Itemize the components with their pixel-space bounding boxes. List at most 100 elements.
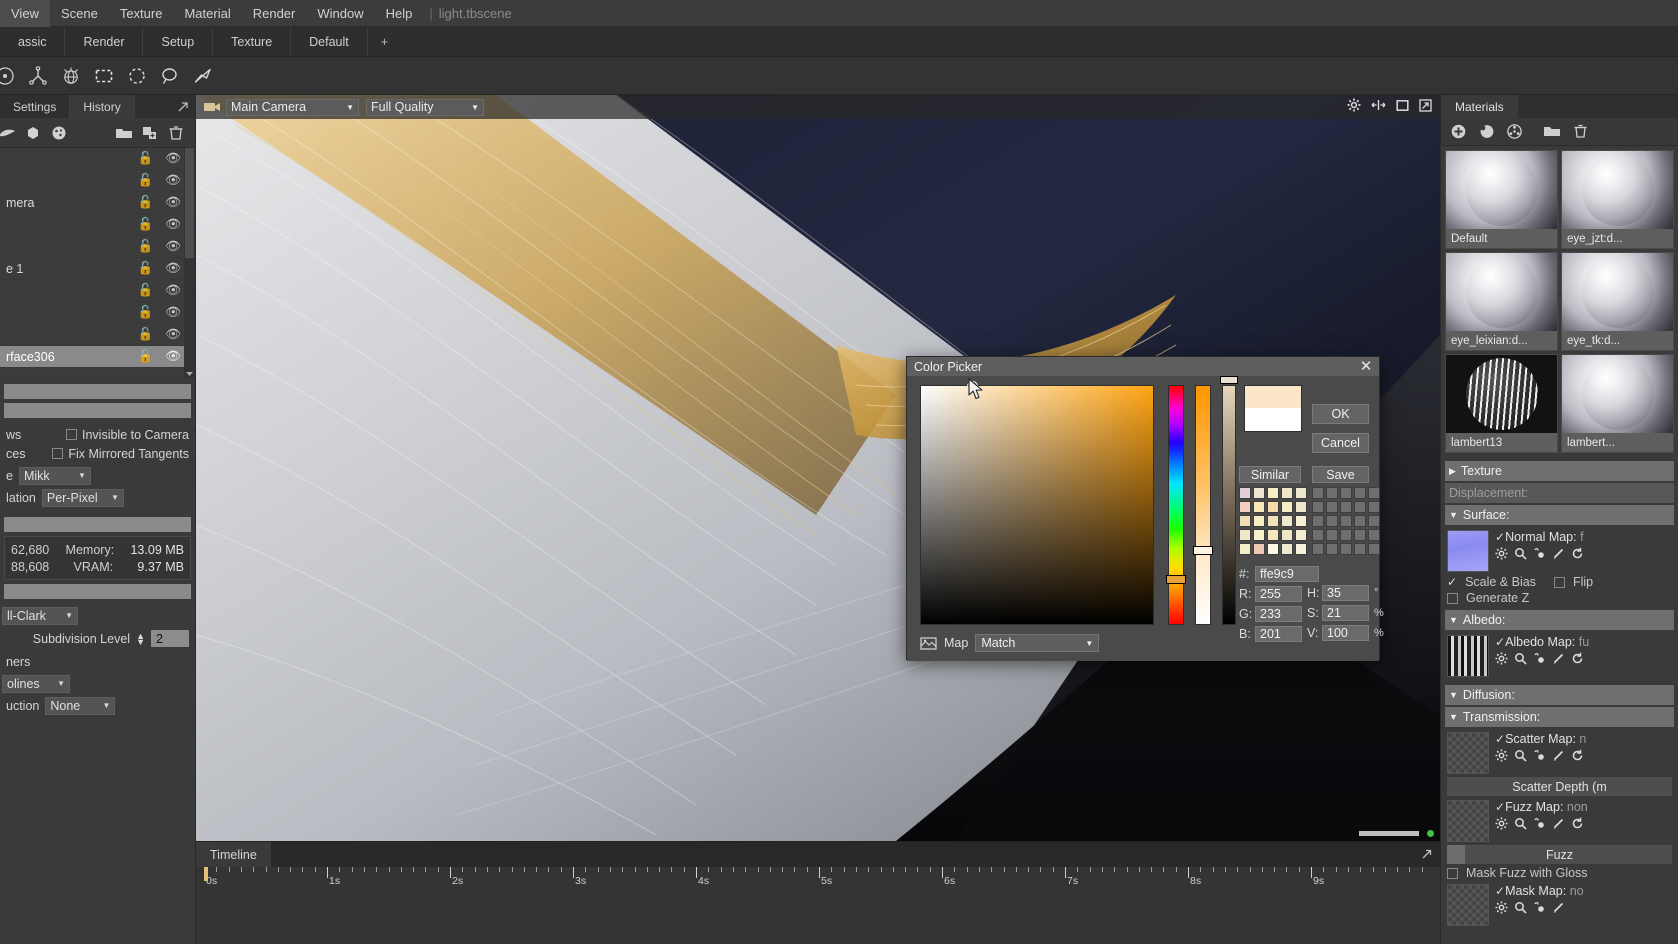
similar-swatch[interactable] (1253, 487, 1265, 499)
saved-swatch-empty[interactable] (1354, 529, 1366, 541)
subdiv-edges-row[interactable]: olines ▼ (2, 674, 189, 693)
value-slider[interactable] (1222, 385, 1236, 625)
object-icon[interactable] (20, 120, 46, 146)
similar-swatch[interactable] (1267, 515, 1279, 527)
saved-swatch-empty[interactable] (1340, 543, 1352, 555)
color-picker-titlebar[interactable]: Color Picker ✕ (907, 357, 1379, 376)
list-item[interactable]: 🔓 👁 (0, 324, 195, 346)
saved-swatch-empty[interactable] (1368, 515, 1380, 527)
tab-history[interactable]: History (70, 95, 135, 118)
subdivision-level-value[interactable]: 2 (151, 630, 189, 647)
flip-checkbox[interactable] (1553, 576, 1565, 588)
similar-swatch[interactable] (1253, 529, 1265, 541)
axis-tripod-icon[interactable] (23, 61, 53, 91)
menu-item-material[interactable]: Material (173, 0, 241, 27)
list-item[interactable]: 🔓 👁 (0, 148, 195, 170)
subdiv-reduction-row[interactable]: uction None ▼ (6, 696, 189, 715)
saved-swatch-empty[interactable] (1354, 501, 1366, 513)
generate-z-row[interactable]: Generate Z (1447, 591, 1672, 605)
row-toggles[interactable]: 🔓 👁 (138, 305, 181, 320)
similar-swatch[interactable] (1267, 487, 1279, 499)
menu-item-window[interactable]: Window (306, 0, 374, 27)
scale-bias-row[interactable]: ✓ Scale & Bias Flip (1447, 575, 1672, 589)
similar-swatch[interactable] (1295, 487, 1307, 499)
lock-icon[interactable]: 🔓 (138, 173, 154, 188)
trash-icon[interactable] (1567, 120, 1593, 144)
faces-option-row[interactable]: ces Fix Mirrored Tangents (6, 444, 189, 463)
row-toggles[interactable]: 🔓 👁 (138, 151, 181, 166)
prop-header-displacement[interactable]: Displacement: (1445, 483, 1674, 503)
albedo-map-row[interactable]: ✓Albedo Map: fu (1447, 635, 1672, 677)
scroll-down-arrow-icon[interactable] (185, 367, 194, 376)
subdivision-section-header[interactable] (4, 584, 191, 599)
fix-mirrored-tangents-checkbox[interactable] (52, 448, 64, 459)
similar-button[interactable]: Similar (1239, 466, 1301, 483)
row-toggles[interactable]: 🔓 👁 (138, 283, 181, 298)
similar-swatch[interactable] (1267, 501, 1279, 513)
pencil-icon[interactable] (1552, 749, 1565, 765)
gear-icon[interactable] (1495, 749, 1508, 765)
outliner-list[interactable]: 🔓 👁 🔓 👁 mera 🔓 👁 🔓 👁 🔓 👁 e 1 🔓 👁 🔓 👁 🔓 👁… (0, 148, 195, 378)
globe-gizmo-icon[interactable] (56, 61, 86, 91)
subdiv-edges-dropdown[interactable]: olines ▼ (2, 674, 70, 693)
row-toggles[interactable]: 🔓 👁 (138, 261, 181, 276)
scatter-depth-slider[interactable]: Scatter Depth (m (1447, 777, 1672, 796)
eyedropper-icon[interactable] (1533, 652, 1546, 668)
list-item[interactable]: 🔓 👁 (0, 170, 195, 192)
add-layout-tab-button[interactable]: + (368, 27, 401, 56)
scatter-map-thumbnail[interactable] (1447, 732, 1489, 774)
fuzz-map-thumbnail[interactable] (1447, 800, 1489, 842)
similar-swatch[interactable] (1281, 529, 1293, 541)
saved-swatch-empty[interactable] (1368, 543, 1380, 555)
eyedropper-icon[interactable] (1533, 817, 1546, 833)
normal-map-thumbnail[interactable] (1447, 530, 1489, 572)
saved-swatch-empty[interactable] (1354, 487, 1366, 499)
subdivision-level-stepper[interactable]: ▲ ▼ (136, 631, 145, 646)
hue-slider[interactable] (1168, 385, 1184, 625)
duplicate-material-icon[interactable] (1473, 120, 1499, 144)
check-icon[interactable]: ✓ (1495, 884, 1505, 898)
hue-slider-marker[interactable] (1166, 575, 1186, 585)
lock-icon[interactable]: 🔓 (138, 283, 154, 298)
list-item[interactable]: 🔓 👁 (0, 280, 195, 302)
value-slider-marker[interactable] (1220, 376, 1238, 384)
check-icon[interactable]: ✓ (1447, 575, 1457, 589)
row-toggles[interactable]: 🔓 👁 (138, 327, 181, 342)
similar-swatch[interactable] (1253, 543, 1265, 555)
eyedropper-icon[interactable] (1533, 901, 1546, 917)
polygon-select-icon[interactable] (188, 61, 218, 91)
mesh-icon[interactable] (0, 120, 20, 146)
check-icon[interactable]: ✓ (1495, 732, 1505, 746)
saved-swatch-empty[interactable] (1312, 501, 1324, 513)
similar-swatch[interactable] (1295, 515, 1307, 527)
timeline-ruler[interactable]: 0s 1s 2s 3s 4s 5s 6s 7s 8s 9s (196, 867, 1440, 944)
row-toggles[interactable]: 🔓 👁 (138, 195, 181, 210)
similar-swatch[interactable] (1267, 543, 1279, 555)
list-item[interactable]: mera 🔓 👁 (0, 192, 195, 214)
green-input[interactable]: 233 (1255, 605, 1302, 622)
lock-icon[interactable]: 🔓 (138, 305, 154, 320)
pencil-icon[interactable] (1552, 652, 1565, 668)
layout-tab-default[interactable]: Default (291, 27, 368, 56)
list-item[interactable]: 🔓 👁 (0, 214, 195, 236)
saved-swatch-empty[interactable] (1368, 487, 1380, 499)
saturation-slider-marker[interactable] (1193, 546, 1213, 556)
check-icon[interactable]: ✓ (1495, 635, 1505, 649)
duplicate-icon[interactable] (137, 120, 163, 146)
subdiv-level-row[interactable]: Subdivision Level ▲ ▼ 2 (6, 629, 189, 648)
saved-swatch-empty[interactable] (1340, 515, 1352, 527)
value-field-row[interactable]: V: 100 % (1307, 623, 1384, 642)
popout-icon[interactable] (1420, 847, 1434, 861)
invisible-to-camera-checkbox[interactable] (66, 429, 77, 440)
menu-item-view[interactable]: View (0, 0, 50, 27)
prop-header-texture[interactable]: ▶ Texture (1445, 461, 1674, 481)
similar-swatch[interactable] (1239, 515, 1251, 527)
menu-item-texture[interactable]: Texture (109, 0, 174, 27)
eye-icon[interactable]: 👁 (165, 195, 181, 210)
saved-swatch-empty[interactable] (1340, 487, 1352, 499)
saved-swatch-empty[interactable] (1312, 515, 1324, 527)
checker-material-icon[interactable] (1501, 120, 1527, 144)
similar-swatch[interactable] (1295, 501, 1307, 513)
ok-button[interactable]: OK (1312, 404, 1369, 424)
material-cell[interactable]: Default (1445, 150, 1558, 249)
